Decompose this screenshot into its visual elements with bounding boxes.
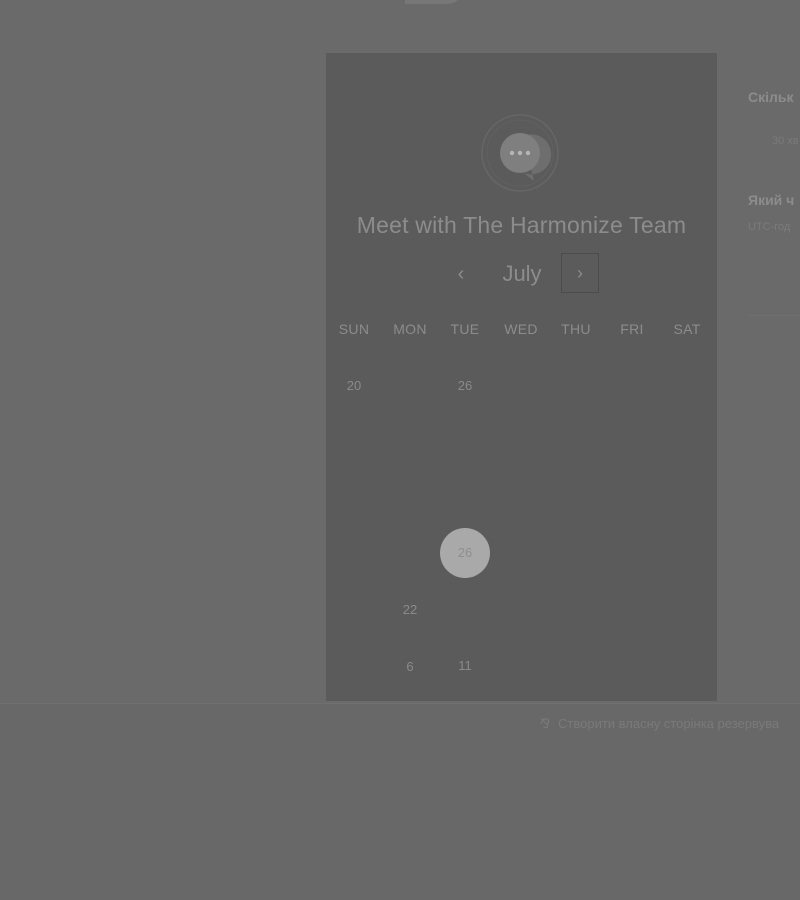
weekday-fri: FRI [620, 321, 644, 337]
calendar-day[interactable]: 6 [385, 642, 435, 692]
weekday-thu: THU [561, 321, 591, 337]
create-booking-page-link[interactable]: ⅋ Створити власну сторінка резервува [540, 716, 779, 732]
timezone-question: Який ч [748, 192, 795, 208]
month-navigation: ‹ July › [326, 253, 717, 295]
page-footer-band [0, 703, 800, 900]
brand-logo-mark [405, 0, 465, 4]
weekday-sun: SUN [338, 321, 370, 337]
weekday-header: SUN MON TUE WED THU FRI SAT [326, 321, 717, 341]
calendar-day[interactable]: 20 [329, 361, 379, 411]
duration-value: 30 хв [772, 135, 799, 147]
event-title: Meet with The Harmonize Team [356, 212, 687, 238]
brand-logo [405, 0, 800, 10]
chevron-left-icon[interactable]: ‹ [446, 259, 476, 289]
chevron-right-icon[interactable]: › [561, 253, 599, 293]
calendar-day[interactable]: 22 [385, 585, 435, 635]
weekday-wed: WED [504, 321, 538, 337]
calendar-day[interactable]: 26 [440, 361, 490, 411]
month-label: July [502, 261, 542, 286]
chat-bubble-icon [480, 113, 560, 193]
weekday-sat: SAT [673, 321, 701, 337]
timezone-value: UTC-год [748, 221, 791, 233]
booking-page: Meet with The Harmonize Team ‹ July › SU… [0, 0, 800, 900]
scheduling-link-icon: ⅋ [540, 716, 551, 731]
side-divider [748, 315, 800, 316]
create-booking-page-label: Створити власну сторінка резервува [558, 716, 780, 731]
booking-calendar-card: Meet with The Harmonize Team ‹ July › SU… [326, 53, 717, 701]
weekday-tue: TUE [450, 321, 480, 337]
weekday-mon: MON [393, 321, 427, 337]
calendar-day[interactable]: 11 [440, 641, 490, 691]
calendar-day-selected[interactable]: 26 [440, 528, 490, 578]
duration-question: Скільк [748, 89, 794, 105]
